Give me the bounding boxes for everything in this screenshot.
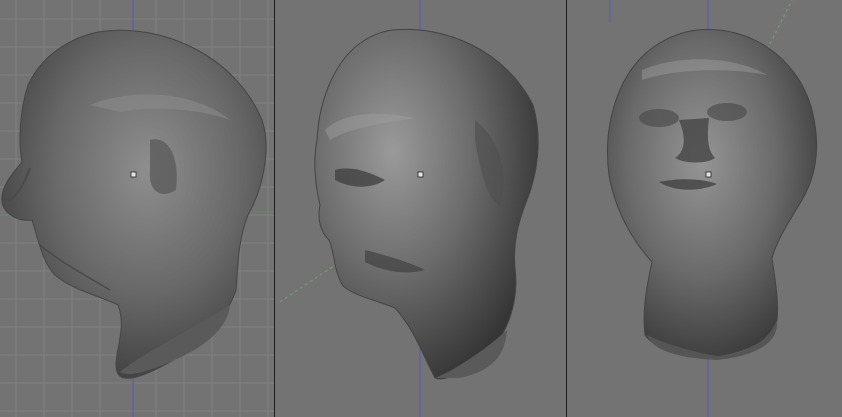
- origin-dot-icon[interactable]: [130, 171, 137, 178]
- head-mesh-side[interactable]: [1, 29, 267, 379]
- origin-dot-icon[interactable]: [705, 171, 712, 178]
- viewport-side-canvas[interactable]: [0, 0, 274, 417]
- origin-dot-icon[interactable]: [417, 171, 424, 178]
- head-mesh-front[interactable]: [607, 28, 818, 360]
- viewport-front[interactable]: [567, 0, 842, 417]
- viewport-side[interactable]: [0, 0, 274, 417]
- viewport-perspective-canvas[interactable]: [275, 0, 566, 417]
- head-mesh-perspective[interactable]: [314, 28, 539, 380]
- viewport-perspective[interactable]: [275, 0, 566, 417]
- viewport-row: [0, 0, 842, 417]
- viewport-front-canvas[interactable]: [567, 0, 842, 417]
